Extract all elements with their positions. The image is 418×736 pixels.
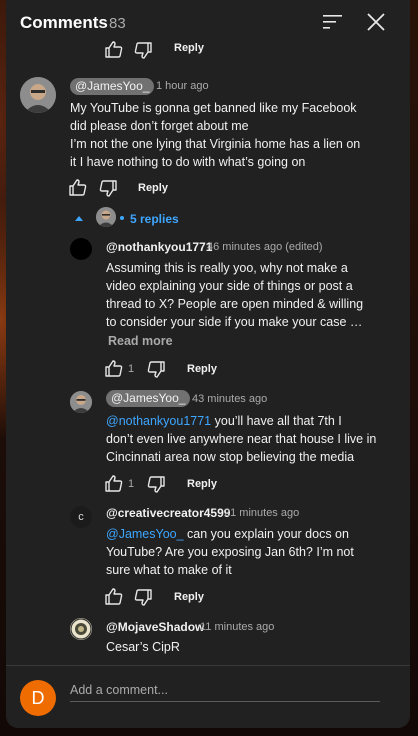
reply-line: Cincinnati area now stop believing the m… [106,450,355,464]
thumb-down-icon[interactable] [133,587,153,607]
composer-divider [6,665,410,666]
comments-panel: Comments 83 Reply @JamesYoo_ 1 hour ago … [6,0,410,728]
comment-line: did please don’t forget about me [70,119,249,133]
separator-dot [120,216,124,220]
thumb-up-icon[interactable] [68,178,88,198]
comments-count: 83 [109,15,126,32]
reply-author[interactable]: @JamesYoo_ [106,390,191,407]
reply-line: @nothankyou1771 you’ll have all that 7th… [106,412,406,430]
reply-author[interactable]: @nothankyou1771 [106,240,212,254]
reply-text: Assuming this is really yoo, why not mak… [106,259,406,331]
comment-line: it I have nothing to do with what’s goin… [70,155,306,169]
reply-line: @JamesYoo_ can you explain your docs on [106,525,406,543]
reply-line-rest: can you explain your docs on [183,527,349,541]
mention-link[interactable]: @nothankyou1771 [106,414,211,428]
reply-line: YouTube? Are you exposing Jan 6th? I’m n… [106,545,354,559]
avatar[interactable] [20,77,56,113]
reply-time[interactable]: 43 minutes ago [192,393,267,405]
reply-text: Cesar’s CipR [106,638,406,656]
chevron-up-icon[interactable] [74,214,84,222]
sort-icon[interactable] [322,12,344,32]
like-count: 1 [128,478,135,490]
reply-line: sure what to make of it [106,563,232,577]
thumb-down-icon[interactable] [133,40,153,60]
reply-button[interactable]: Reply [187,478,217,490]
comments-title: Comments [20,13,108,32]
comment-author[interactable]: @JamesYoo_ [70,78,155,95]
thumb-up-icon[interactable] [104,40,124,60]
reply-author[interactable]: @creativecreator4599 [106,506,230,520]
comment-time[interactable]: 1 hour ago [156,80,209,92]
reply-time[interactable]: 46 minutes ago (edited) [207,241,323,253]
reply-button[interactable]: Reply [174,42,204,54]
avatar[interactable] [70,391,92,413]
avatar[interactable]: c [70,506,92,528]
reply-line: Cesar’s CipR [106,640,180,654]
comment-text: My YouTube is gonna get banned like my F… [70,99,400,171]
reply-line: to consider your side if you make your c… [106,315,363,329]
thumb-down-icon[interactable] [98,178,118,198]
close-icon[interactable] [364,10,388,34]
replies-toggle[interactable]: 5 replies [130,212,179,226]
reply-text: @JamesYoo_ can you explain your docs on … [106,525,406,579]
avatar[interactable] [70,238,92,260]
thumb-up-icon[interactable] [104,474,124,494]
reply-time[interactable]: 11 minutes ago [200,621,274,633]
avatar[interactable] [70,618,92,640]
thumb-up-icon[interactable] [104,587,124,607]
thumb-down-icon[interactable] [146,359,166,379]
reply-time[interactable]: 21 minutes ago [224,507,299,519]
reply-line: video explaining your side of things or … [106,279,353,293]
comment-line: I’m not the one lying that Virginia home… [70,137,361,151]
read-more-link[interactable]: Read more [108,334,173,348]
reply-author[interactable]: @MojaveShadow [106,620,204,634]
reply-line: don’t even live anywhere near that house… [106,432,377,446]
avatar [96,207,116,227]
thumb-up-icon[interactable] [104,359,124,379]
comments-header: Comments 83 [6,0,410,44]
reply-button[interactable]: Reply [187,363,217,375]
like-count: 1 [128,363,135,375]
reply-button[interactable]: Reply [174,591,204,603]
avatar: D [20,680,56,716]
comment-line: My YouTube is gonna get banned like my F… [70,101,357,115]
reply-line-rest: you’ll have all that 7th I [211,414,342,428]
mention-link[interactable]: @JamesYoo_ [106,527,184,541]
reply-text: @nothankyou1771 you’ll have all that 7th… [106,412,406,466]
thumb-down-icon[interactable] [146,474,166,494]
reply-line: Assuming this is really yoo, why not mak… [106,261,348,275]
add-comment-input[interactable] [70,678,380,702]
reply-line: thread to X? People are open minded & wi… [106,297,364,311]
reply-button[interactable]: Reply [138,182,168,194]
